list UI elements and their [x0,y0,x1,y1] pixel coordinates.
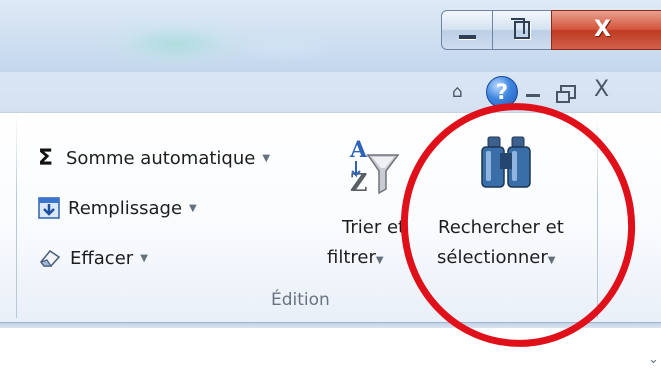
fill-button[interactable]: Remplissage ▼ [38,193,197,223]
edition-group-label: Édition [271,290,330,310]
group-divider [16,113,17,318]
close-icon: X [594,17,611,42]
document-restore-icon[interactable] [556,85,576,103]
window-minimize-button[interactable] [441,10,493,50]
sort-filter-text: filtrer [327,247,376,268]
sort-filter-icon[interactable]: A Z [346,135,400,199]
clear-button[interactable]: Effacer ▼ [38,243,148,273]
fill-label: Remplissage [68,197,183,219]
chevron-down-icon[interactable]: ▼ [189,203,197,214]
title-bar-glow [230,25,340,65]
chevron-down-icon[interactable]: ⌄ [648,352,659,367]
minimize-ribbon-icon[interactable]: ⌂ [452,82,463,102]
chevron-down-icon[interactable]: ▼ [262,153,270,164]
svg-text:A: A [349,137,368,163]
document-close-icon[interactable]: X [594,77,609,102]
window-restore-button[interactable] [492,10,552,50]
fill-down-icon [38,197,60,219]
sort-filter-label-line1[interactable]: Trier et [342,217,405,238]
clear-label: Effacer [70,247,134,269]
document-minimize-icon[interactable] [526,94,540,97]
ribbon-tab-bar: ⌂ ? X [0,72,661,112]
autosum-button[interactable]: Σ Somme automatique ▼ [38,143,270,173]
eraser-icon [40,249,61,267]
sort-filter-label-line2[interactable]: filtrer▼ [327,247,384,268]
autosum-label: Somme automatique [66,147,256,169]
chevron-down-icon[interactable]: ▼ [140,253,148,264]
restore-icon [511,18,530,39]
window-close-button[interactable]: X [551,10,661,50]
sigma-icon: Σ [38,145,54,171]
minimize-icon [459,35,476,39]
title-bar: X [0,0,661,72]
chevron-down-icon: ▼ [375,255,384,266]
